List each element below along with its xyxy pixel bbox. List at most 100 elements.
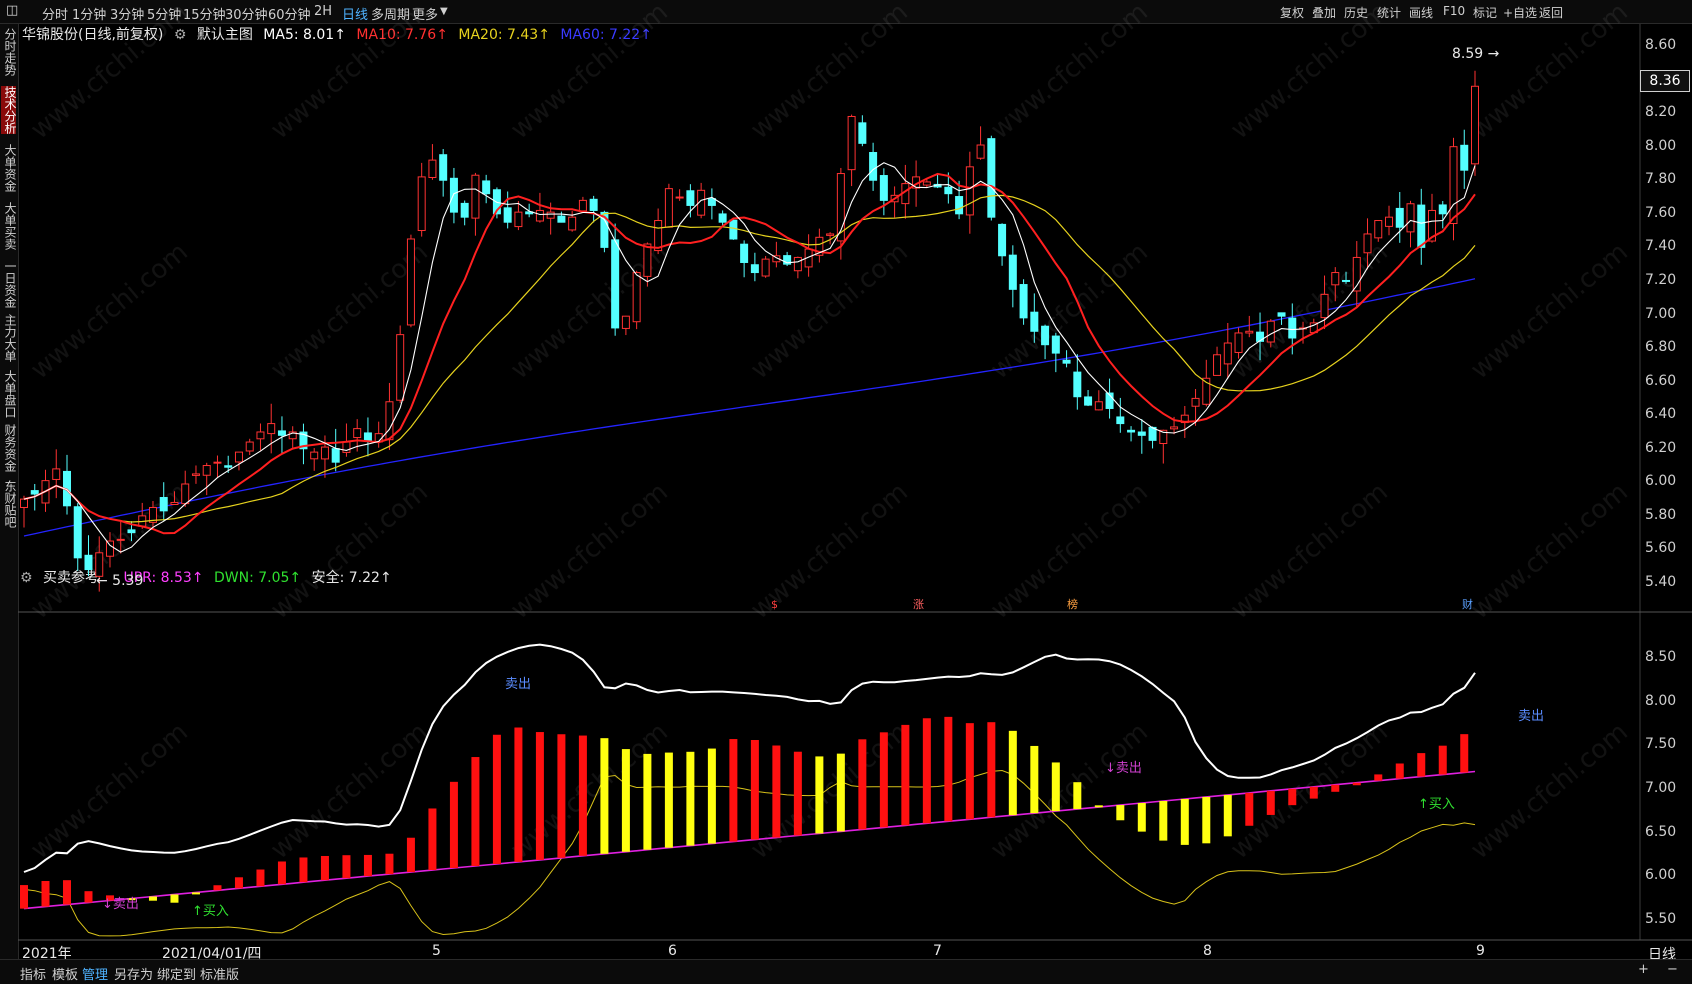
watermark-text: www.cfchi.com: [1465, 477, 1634, 625]
zoom-out-icon[interactable]: −: [1667, 962, 1678, 977]
candle: [471, 172, 480, 236]
candle: [1438, 200, 1447, 229]
candle: [1213, 346, 1222, 376]
kline-chart[interactable]: www.cfchi.com www.cfchi.com www.cfchi.com w…: [0, 0, 1692, 959]
candle-body: [761, 258, 770, 277]
candle-body: [998, 223, 1007, 257]
candle-body: [514, 211, 523, 228]
event-marker: 财: [1462, 597, 1473, 611]
signal-bar: [385, 853, 394, 875]
candle: [1073, 354, 1082, 410]
candle: [363, 417, 372, 457]
bottom-tab-bind[interactable]: 绑定到: [157, 964, 196, 983]
signal-bar: [922, 718, 931, 824]
watermark-text: www.cfchi.com: [1225, 477, 1394, 625]
candle: [535, 192, 544, 223]
candle: [783, 251, 792, 267]
candle: [1008, 245, 1017, 308]
candle: [181, 470, 190, 507]
signal-bar: [987, 722, 996, 818]
candle-body: [1363, 233, 1372, 254]
candle-body: [310, 451, 319, 460]
candle-body: [707, 198, 716, 206]
bottom-tab-manage[interactable]: 管理: [82, 964, 108, 983]
signal-bar: [686, 751, 695, 846]
signal-bar: [62, 880, 71, 905]
signal-bar: [793, 751, 802, 836]
candle-body: [1449, 146, 1458, 225]
candle-body: [116, 538, 125, 541]
candle: [1460, 129, 1469, 189]
candle-body: [1320, 293, 1329, 319]
candle: [1245, 315, 1254, 338]
candle-body: [277, 430, 286, 436]
candle: [965, 151, 974, 234]
watermark-text: www.cfchi.com: [745, 237, 914, 385]
watermark-text: www.cfchi.com: [1225, 0, 1394, 145]
watermark-text: www.cfchi.com: [25, 237, 194, 385]
candle: [234, 451, 243, 471]
date-tick: 6: [668, 943, 677, 959]
candle: [632, 270, 641, 330]
event-marker: 涨: [913, 598, 924, 611]
candle: [256, 423, 265, 451]
candle: [1159, 429, 1168, 464]
signal-bar: [643, 753, 652, 850]
candle-body: [568, 216, 577, 231]
candle: [277, 416, 286, 454]
high-price-label: 8.59 →: [1452, 46, 1500, 62]
candle: [449, 167, 458, 224]
candle: [578, 196, 587, 213]
price-tick: 8.00: [1645, 137, 1677, 154]
sub-tick: 8.50: [1645, 649, 1677, 665]
candle-body: [1277, 312, 1286, 317]
candle-body: [202, 465, 211, 476]
signal-bar: [578, 735, 587, 856]
candle-body: [869, 152, 878, 181]
candle-body: [503, 207, 512, 223]
signal-bar: [1438, 745, 1447, 775]
signal-bar: [858, 739, 867, 830]
signal-bar: [406, 837, 415, 873]
candle-body: [385, 401, 394, 441]
watermark-text: www.cfchi.com: [1465, 717, 1634, 865]
candle-body: [353, 428, 362, 439]
signal-bar: [1051, 762, 1060, 812]
bottom-tab-indicator[interactable]: 指标: [20, 964, 46, 983]
signal-bar: [1116, 805, 1125, 821]
candle-body: [1417, 204, 1426, 248]
sub-tick: 7.50: [1645, 736, 1677, 753]
candle: [1127, 426, 1136, 442]
candle: [890, 186, 899, 218]
candle-body: [664, 188, 673, 228]
watermark-text: www.cfchi.com: [25, 0, 194, 145]
candle-body: [1213, 354, 1222, 376]
candle-body: [589, 198, 598, 211]
candle: [331, 428, 340, 472]
bottom-tab-template[interactable]: 模板: [52, 964, 78, 983]
candle-body: [127, 529, 136, 534]
sub-tick: 6.50: [1645, 823, 1677, 840]
candle: [417, 162, 426, 237]
price-tick: 7.40: [1645, 238, 1677, 255]
price-tick: 6.60: [1645, 372, 1677, 389]
candle-body: [740, 243, 749, 263]
candle: [62, 454, 71, 515]
price-tick: 6.00: [1645, 473, 1677, 490]
candle: [482, 174, 491, 204]
candle-body: [1008, 254, 1017, 290]
signal-bar: [1395, 763, 1404, 779]
candle-body: [1266, 320, 1275, 343]
candle: [1051, 332, 1060, 373]
candle-body: [826, 233, 835, 236]
candle: [707, 188, 716, 220]
candle-body: [1127, 429, 1136, 433]
bottom-tab-standard[interactable]: 标准版: [200, 964, 239, 983]
bottom-tab-saveas[interactable]: 另存为: [114, 964, 153, 983]
sell-signal-label: ↓卖出: [1105, 761, 1142, 776]
zoom-in-icon[interactable]: +: [1638, 962, 1649, 977]
candle: [406, 234, 415, 328]
candle: [374, 421, 383, 448]
candle-body: [1234, 332, 1243, 353]
signal-bar: [1352, 782, 1361, 786]
